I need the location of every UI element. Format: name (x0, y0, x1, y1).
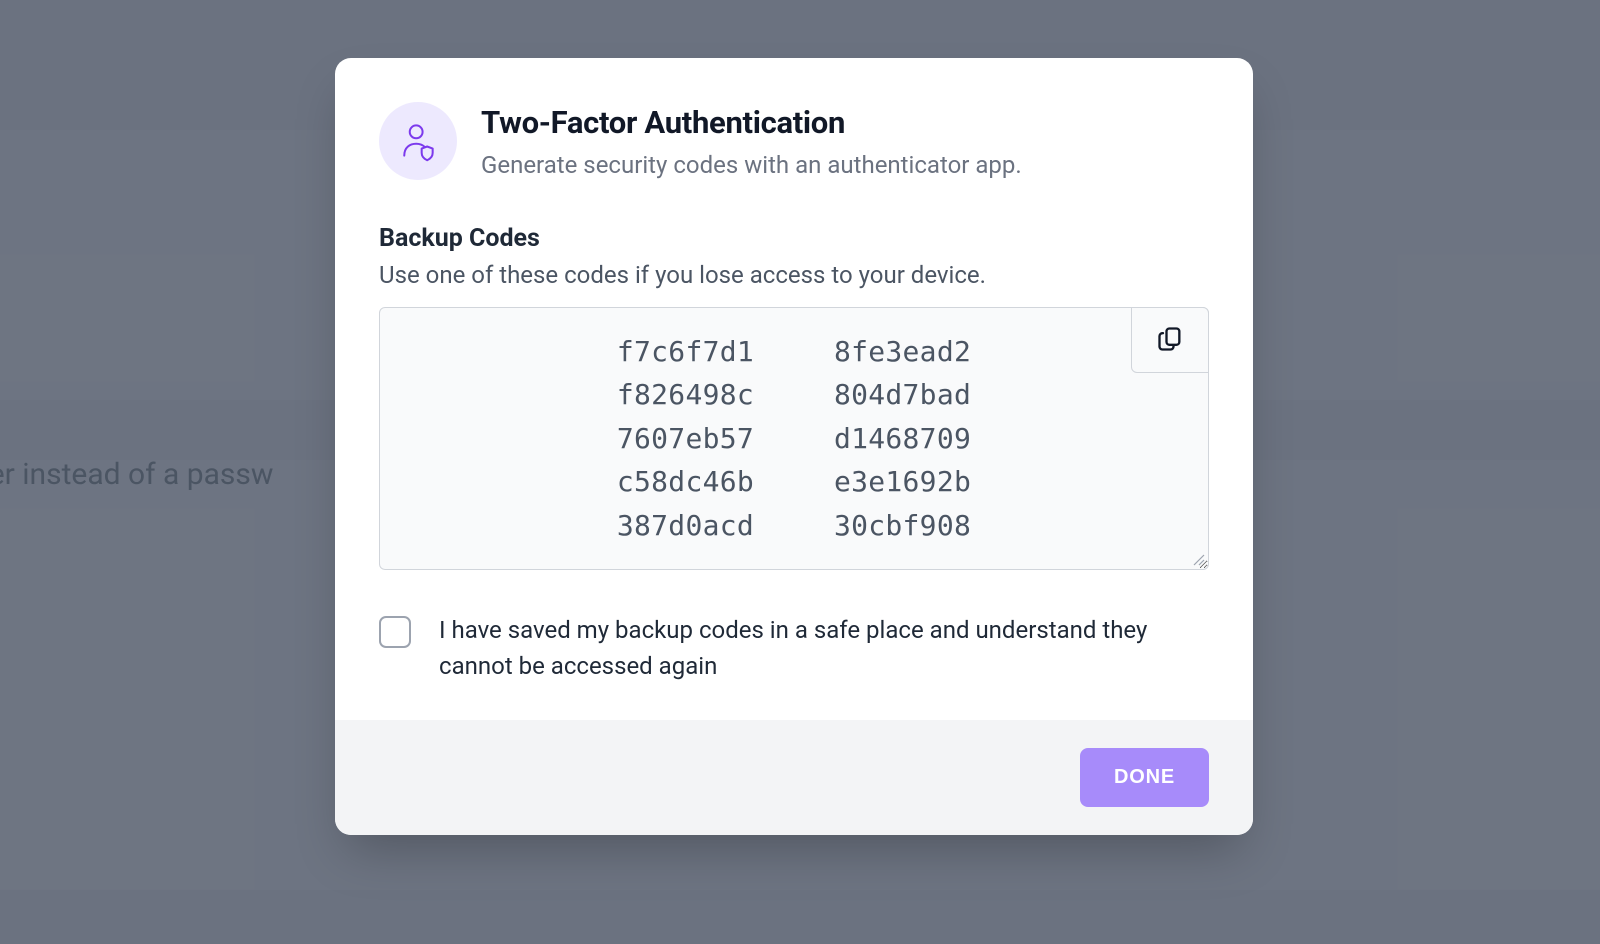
backup-code: d1468709 (834, 417, 971, 460)
copy-icon (1156, 325, 1184, 356)
backup-code: 8fe3ead2 (834, 330, 971, 373)
backup-code: f826498c (617, 373, 754, 416)
modal-header-text: Two-Factor Authentication Generate secur… (481, 102, 1022, 179)
codes-column-left: f7c6f7d1 f826498c 7607eb57 c58dc46b 387d… (617, 330, 754, 547)
modal-body: Two-Factor Authentication Generate secur… (335, 58, 1253, 720)
backup-code: 7607eb57 (617, 417, 754, 460)
user-shield-icon (379, 102, 457, 180)
backup-code: 804d7bad (834, 373, 971, 416)
backup-codes-textarea[interactable]: f7c6f7d1 f826498c 7607eb57 c58dc46b 387d… (379, 307, 1209, 570)
done-button[interactable]: DONE (1080, 748, 1209, 807)
backup-codes-title: Backup Codes (379, 224, 1209, 253)
saved-codes-label[interactable]: I have saved my backup codes in a safe p… (439, 612, 1209, 684)
backup-code: 387d0acd (617, 504, 754, 547)
modal-footer: DONE (335, 720, 1253, 835)
backup-code: 30cbf908 (834, 504, 971, 547)
saved-codes-checkbox[interactable] (379, 616, 411, 648)
background-partial-text: vider instead of a passw (0, 457, 273, 492)
backup-codes-container: f7c6f7d1 f826498c 7607eb57 c58dc46b 387d… (379, 307, 1209, 570)
modal-title: Two-Factor Authentication (481, 104, 1022, 141)
resize-handle-icon (1191, 552, 1205, 566)
confirmation-row: I have saved my backup codes in a safe p… (379, 612, 1209, 684)
backup-code: f7c6f7d1 (617, 330, 754, 373)
copy-codes-button[interactable] (1131, 307, 1209, 373)
backup-code: c58dc46b (617, 460, 754, 503)
two-factor-modal: Two-Factor Authentication Generate secur… (335, 58, 1253, 835)
modal-header: Two-Factor Authentication Generate secur… (379, 102, 1209, 180)
codes-column-right: 8fe3ead2 804d7bad d1468709 e3e1692b 30cb… (834, 330, 971, 547)
backup-code: e3e1692b (834, 460, 971, 503)
backup-codes-desc: Use one of these codes if you lose acces… (379, 261, 1209, 289)
modal-subtitle: Generate security codes with an authenti… (481, 151, 1022, 179)
